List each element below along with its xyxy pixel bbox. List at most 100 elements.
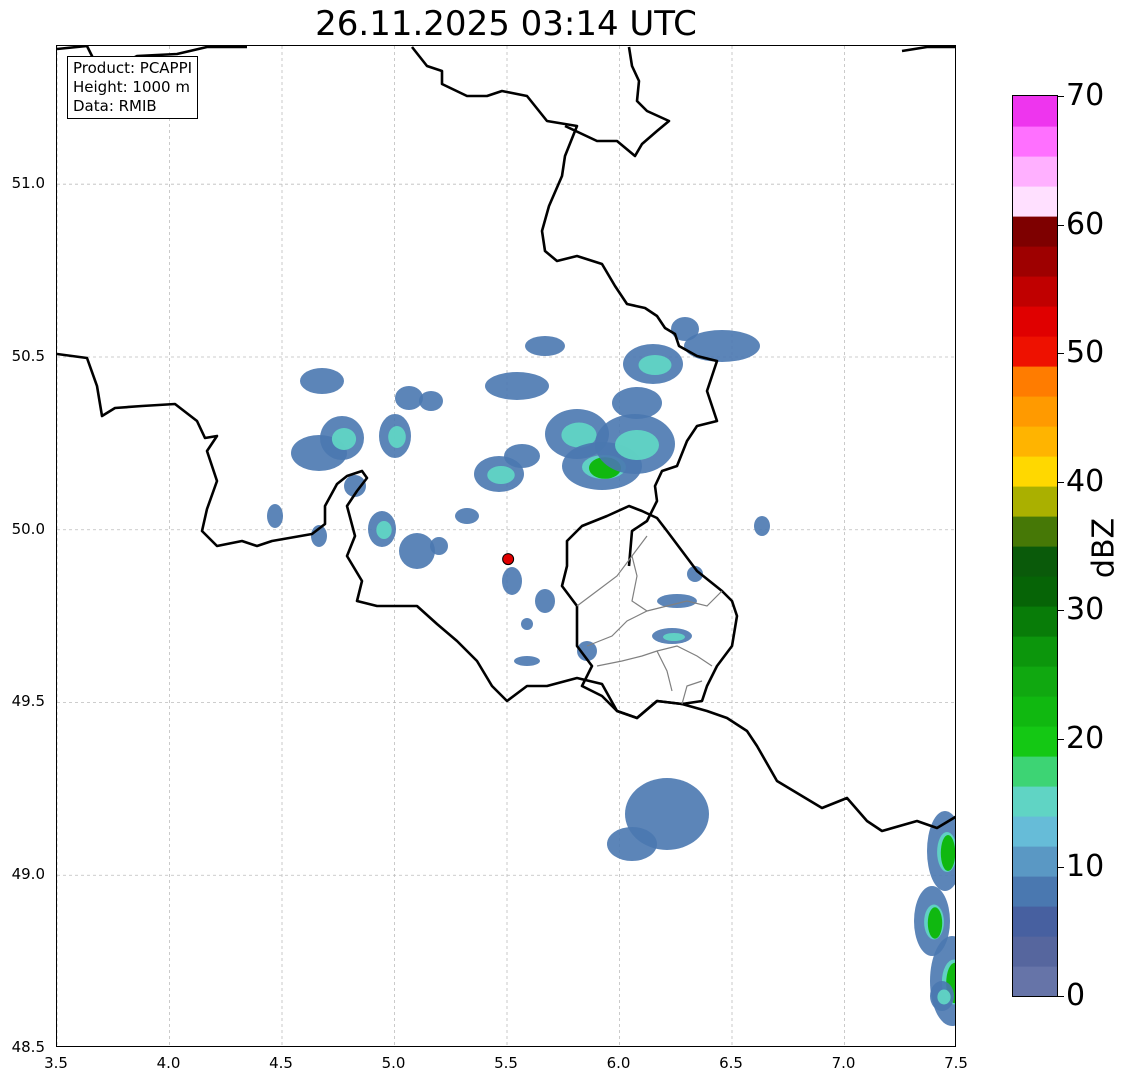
echo-blob (521, 618, 533, 630)
x-tick-label: 7.0 (831, 1054, 856, 1072)
echo-blob (525, 336, 565, 356)
y-tick-label: 50.0 (11, 519, 45, 538)
country-borders (57, 46, 955, 833)
echo-blob (754, 516, 770, 536)
product-info-box: Product: PCAPPI Height: 1000 m Data: RMI… (67, 56, 199, 119)
colorbar-band (1013, 636, 1057, 667)
colorbar-tick-label: 20 (1066, 720, 1105, 756)
x-tick-label: 6.0 (606, 1054, 631, 1072)
colorbar-tick-mark (1058, 353, 1064, 355)
echo-blob (455, 508, 479, 524)
colorbar-tick-mark (1058, 738, 1064, 740)
echo-core (638, 355, 672, 375)
colorbar-tick-mark (1058, 224, 1064, 226)
echo-core (331, 428, 357, 450)
x-tick-label: 5.5 (494, 1054, 518, 1072)
echo-core (663, 633, 685, 641)
colorbar-band (1013, 726, 1057, 757)
radar-figure: 26.11.2025 03:14 UTC Product: PCAPPI Hei… (0, 0, 1145, 1084)
echo-blob (419, 391, 443, 411)
x-tick-label: 4.5 (269, 1054, 293, 1072)
colorbar-bands (1013, 96, 1057, 996)
colorbar-tick-label: 30 (1066, 592, 1105, 628)
country-border (564, 46, 671, 158)
colorbar-tick-mark (1058, 867, 1064, 869)
radar-map (57, 46, 955, 1046)
district-border (631, 555, 648, 612)
echo-blob (485, 372, 549, 400)
echo-blob (267, 504, 283, 528)
x-tick-label: 6.5 (719, 1054, 743, 1072)
echo-core (487, 466, 515, 484)
colorbar-tick-label: 50 (1066, 335, 1105, 371)
echo-core (388, 426, 406, 448)
y-tick-label: 50.5 (11, 346, 45, 365)
echo-strong-core (940, 835, 955, 871)
radar-site-marker (502, 553, 515, 566)
colorbar-band (1013, 276, 1057, 307)
colorbar-tick-label: 10 (1066, 849, 1105, 885)
district-border (596, 645, 713, 667)
colorbar-tick-mark (1058, 96, 1064, 97)
colorbar-band (1013, 156, 1057, 187)
district-borders (576, 535, 723, 705)
echo-blob (399, 533, 435, 569)
colorbar-band (1013, 366, 1057, 397)
colorbar-tick-label: 70 (1066, 78, 1105, 113)
country-border (410, 46, 719, 567)
echo-blob (504, 444, 540, 468)
x-tick-label: 5.0 (381, 1054, 406, 1072)
x-tick-label: 4.0 (156, 1054, 181, 1072)
colorbar-band (1013, 306, 1057, 337)
colorbar-band (1013, 216, 1057, 247)
echo-blob (607, 827, 657, 861)
colorbar-band (1013, 756, 1057, 787)
colorbar-band (1013, 576, 1057, 607)
colorbar-band (1013, 936, 1057, 967)
colorbar-band (1013, 96, 1057, 127)
map-grid (57, 46, 955, 1046)
echo-blob (300, 368, 344, 394)
colorbar-band (1013, 696, 1057, 727)
colorbar-band (1013, 186, 1057, 217)
echo-blob (514, 656, 540, 666)
colorbar (1012, 95, 1058, 997)
echo-strong-core (927, 907, 943, 939)
map-title: 26.11.2025 03:14 UTC (315, 4, 697, 44)
colorbar-band (1013, 816, 1057, 847)
y-tick-label: 49.5 (11, 692, 45, 711)
echo-core (937, 989, 951, 1005)
echo-blob (395, 386, 423, 410)
echo-blob (535, 589, 555, 613)
product-label: Product: PCAPPI (73, 59, 193, 77)
colorbar-band (1013, 486, 1057, 517)
district-border (656, 650, 673, 692)
colorbar-tick-label: 60 (1066, 206, 1105, 242)
country-border (901, 46, 955, 53)
colorbar-band (1013, 456, 1057, 487)
colorbar-band (1013, 966, 1057, 996)
colorbar-band (1013, 786, 1057, 817)
data-source-label: Data: RMIB (73, 97, 157, 115)
echo-blob (612, 387, 662, 419)
y-tick-label: 48.5 (11, 1038, 45, 1056)
colorbar-tick-mark (1058, 481, 1064, 483)
colorbar-tick-label: 0 (1066, 978, 1086, 1013)
district-border (576, 535, 648, 607)
echo-core (615, 430, 659, 460)
colorbar-band (1013, 516, 1057, 547)
map-panel: Product: PCAPPI Height: 1000 m Data: RMI… (56, 45, 956, 1047)
colorbar-band (1013, 906, 1057, 937)
y-tick-label: 51.0 (11, 174, 45, 193)
colorbar-tick-mark (1058, 996, 1064, 997)
colorbar-band (1013, 876, 1057, 907)
luxembourg-border (560, 504, 739, 720)
echo-blob (502, 567, 522, 595)
x-tick-label: 3.5 (44, 1054, 68, 1072)
colorbar-band (1013, 606, 1057, 637)
colorbar-label: dBZ (1086, 517, 1122, 579)
colorbar-band (1013, 846, 1057, 877)
colorbar-band (1013, 666, 1057, 697)
colorbar-band (1013, 396, 1057, 427)
colorbar-tick-label: 40 (1066, 463, 1105, 499)
